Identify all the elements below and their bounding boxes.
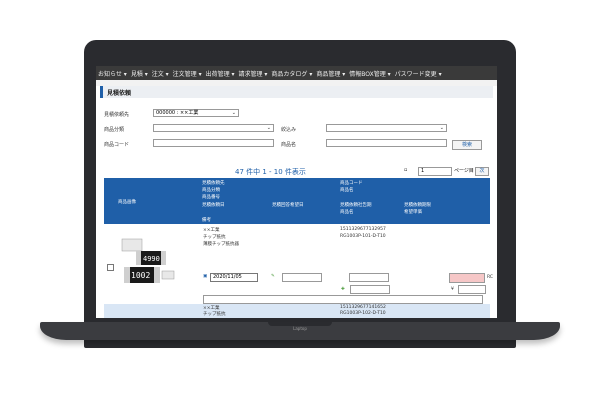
narrow-label: 絞込み — [281, 127, 297, 133]
header-note: 備考 — [202, 218, 211, 223]
table-row — [104, 304, 490, 318]
laptop-brand: Laptop — [293, 326, 307, 331]
supplier-select[interactable]: 000000 : ××工業 ⌄ — [153, 109, 239, 117]
nav-order[interactable]: 注文 ▾ — [152, 69, 169, 78]
chip-label-1: 4990 — [143, 255, 160, 263]
chip-label-2: 1002 — [131, 271, 150, 280]
header-category: 商品分類 — [202, 188, 220, 193]
date-input[interactable]: 2020/11/05 — [210, 273, 258, 282]
nav-news[interactable]: お知らせ ▾ — [98, 69, 127, 78]
row-supplier: ××工業 — [203, 228, 220, 233]
nav-shipping[interactable]: 出荷管理 ▾ — [206, 69, 235, 78]
unit-price-input[interactable] — [449, 273, 485, 283]
code-input[interactable] — [153, 139, 274, 147]
chevron-down-icon: ⌄ — [266, 125, 271, 131]
code-label: 商品コード — [104, 142, 130, 148]
header-product-name2: 商品名 — [340, 210, 354, 215]
table-header: 商品画像 見積依頼先 商品分類 商品番号 見積依頼日 見積回答希望日 見積依頼社… — [104, 178, 490, 224]
supplier-value: 000000 : ××工業 — [156, 110, 199, 116]
add-icon[interactable]: ✚ — [341, 287, 345, 292]
header-supplier: 見積依頼先 — [202, 181, 225, 186]
chevron-down-icon: ⌄ — [439, 125, 444, 131]
product-image: 4990 1002 — [118, 233, 180, 291]
price-input[interactable] — [458, 285, 486, 294]
narrow-select[interactable]: ⌄ — [326, 124, 447, 132]
nav-billing[interactable]: 請求管理 ▾ — [239, 69, 268, 78]
yen-label: ¥ — [451, 287, 454, 292]
category-label: 商品分類 — [104, 127, 125, 133]
page-value: 1 — [421, 168, 425, 174]
search-button[interactable]: 検索 — [452, 140, 482, 150]
page-select[interactable]: 1 — [418, 167, 452, 176]
name-label: 商品名 — [281, 142, 297, 148]
header-due: 見積依頼期限 — [404, 203, 431, 208]
nav-infobox[interactable]: 情報BOX管理 ▾ — [349, 69, 390, 78]
chevron-down-icon: ⌄ — [231, 110, 236, 116]
name-input[interactable] — [326, 139, 447, 147]
nav-quote[interactable]: 見積 ▾ — [131, 69, 148, 78]
header-reply-date: 見積回答希望日 — [272, 203, 304, 208]
row2-category: チップ抵抗 — [203, 312, 226, 317]
nav-products[interactable]: 商品管理 ▾ — [316, 69, 345, 78]
header-product-name: 商品名 — [340, 188, 354, 193]
prev-icon[interactable]: ▫ — [404, 167, 407, 173]
category-select[interactable]: ⌄ — [153, 124, 274, 132]
row2-product-code: 1511329677141652 — [340, 305, 386, 310]
calendar-icon[interactable]: ▣ — [203, 274, 207, 279]
row2-product-name: RG1003P-102-D-T10 — [340, 311, 386, 316]
unit-label: RC — [487, 275, 494, 280]
reply-date-input[interactable] — [282, 273, 322, 282]
header-unit-price: 希望単価 — [404, 210, 422, 215]
result-summary: 47 件中 1 - 10 件表示 — [235, 168, 306, 176]
header-deadline: 見積依頼社告期 — [340, 203, 372, 208]
row-product-name: RG1003P-101-D-T10 — [340, 234, 386, 239]
nav-password[interactable]: パスワード変更 ▾ — [395, 69, 442, 78]
header-code-no: 商品番号 — [202, 195, 220, 200]
header-req-date: 見積依頼日 — [202, 203, 225, 208]
next-button[interactable]: 次 — [475, 167, 489, 176]
page-suffix: ページ目 — [454, 168, 474, 174]
row-category: チップ抵抗 — [203, 235, 226, 240]
clear-icon[interactable]: ✎ — [271, 274, 275, 279]
row-desc: 薄膜チップ抵抗器 — [203, 242, 239, 247]
header-product-code: 商品コード — [340, 181, 363, 186]
note-input[interactable] — [203, 295, 483, 304]
nav-catalog[interactable]: 商品カタログ ▾ — [271, 69, 312, 78]
due-input[interactable] — [350, 285, 390, 294]
row-product-code: 1511329677132957 — [340, 227, 386, 232]
supplier-label: 見積依頼先 — [104, 112, 130, 118]
row-checkbox[interactable] — [107, 264, 114, 271]
nav-order-mgmt[interactable]: 注文管理 ▾ — [173, 69, 202, 78]
page-title: 見積依頼 — [100, 86, 493, 98]
top-nav: お知らせ ▾ 見積 ▾ 注文 ▾ 注文管理 ▾ 出荷管理 ▾ 請求管理 ▾ 商品… — [96, 66, 497, 80]
deadline-input[interactable] — [349, 273, 389, 282]
header-image: 商品画像 — [118, 200, 136, 205]
